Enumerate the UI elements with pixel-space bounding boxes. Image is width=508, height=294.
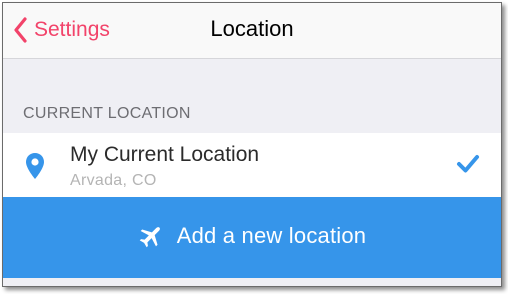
settings-screen: Settings Location CURRENT LOCATION My Cu… — [2, 2, 502, 287]
current-location-title: My Current Location — [70, 143, 260, 166]
add-new-location-button[interactable]: Add a new location — [3, 197, 501, 278]
navigation-bar: Settings Location — [3, 3, 501, 59]
current-location-subtitle: Arvada, CO — [70, 172, 157, 189]
page-title: Location — [210, 16, 294, 41]
location-pin-icon — [26, 153, 44, 179]
add-new-location-label: Add a new location — [176, 222, 367, 248]
section-header-current-location: CURRENT LOCATION — [23, 105, 191, 122]
current-location-row[interactable]: My Current Location Arvada, CO — [3, 133, 501, 197]
checkmark-icon — [457, 155, 479, 173]
airplane-icon — [139, 226, 160, 247]
add-new-location-content: Add a new location — [138, 223, 367, 249]
